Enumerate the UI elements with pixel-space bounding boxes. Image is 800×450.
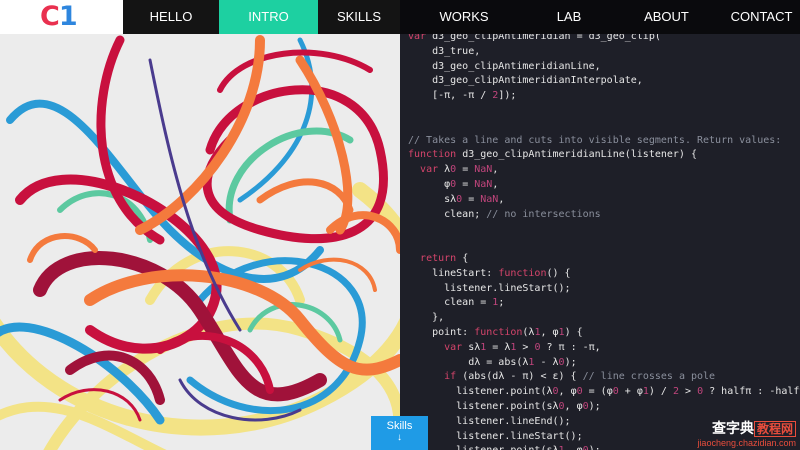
- code-line: sλ0 = NaN,: [408, 193, 505, 205]
- nav-item-contact[interactable]: CONTACT: [723, 0, 800, 34]
- code-block: var d3_geo_clipAntimeridian = d3_geo_cli…: [400, 34, 800, 450]
- code-line: var sλ1 = λ1 > 0 ? π : -π,: [444, 341, 601, 353]
- nav-item-hello[interactable]: HELLO: [123, 0, 219, 34]
- code-line: dλ = abs(λ1 - λ0);: [408, 356, 577, 368]
- code-line: d3_geo_clipAntimeridianInterpolate,: [408, 75, 643, 87]
- watermark-title: 查字典 教程网: [697, 418, 796, 438]
- code-line: listener.point(sλ0, φ0);: [408, 400, 601, 412]
- code-line: listener.point(λ0, φ0 = (φ0 + φ1) / 2 > …: [408, 386, 800, 398]
- code-line: lineStart: function() {: [408, 267, 571, 279]
- logo-text: C1: [40, 1, 78, 32]
- code-line: clean = 1;: [408, 297, 505, 309]
- code-line: var λ0 = NaN,: [420, 164, 499, 176]
- skills-button[interactable]: Skills ↓: [371, 416, 428, 450]
- code-line: var d3_geo_clipAntimeridian = d3_geo_cli…: [408, 34, 661, 42]
- nav-item-intro[interactable]: INTRO: [219, 0, 318, 34]
- code-line: [-π, -π / 2]);: [408, 90, 517, 102]
- top-nav: C1 HELLO INTRO SKILLS WORKS LAB ABOUT CO…: [0, 0, 800, 34]
- nav-item-works[interactable]: WORKS: [400, 0, 528, 34]
- code-line: return {: [420, 252, 469, 264]
- ribbon-artwork: [0, 0, 400, 450]
- code-line: d3_geo_clipAntimeridianLine,: [408, 60, 601, 72]
- code-panel: var d3_geo_clipAntimeridian = d3_geo_cli…: [400, 34, 800, 450]
- code-line: φ0 = NaN,: [408, 178, 499, 190]
- watermark-url: jiaocheng.chazidian.com: [697, 438, 796, 448]
- code-line: if (abs(dλ - π) < ε) { // line crosses a…: [444, 371, 716, 383]
- code-line: },: [408, 312, 445, 324]
- skills-button-label: Skills: [386, 420, 413, 432]
- code-line: listener.lineStart();: [408, 282, 571, 294]
- code-line: // Takes a line and cuts into visible se…: [408, 134, 782, 146]
- nav-item-skills[interactable]: SKILLS: [318, 0, 400, 34]
- watermark: 查字典 教程网 jiaocheng.chazidian.com: [697, 418, 796, 448]
- ribbon-art-svg: [0, 35, 400, 450]
- code-line: d3_true,: [408, 45, 481, 57]
- code-line: point: function(λ1, φ1) {: [408, 326, 583, 338]
- nav-menu: HELLO INTRO SKILLS WORKS LAB ABOUT CONTA…: [123, 0, 800, 34]
- logo[interactable]: C1: [0, 0, 123, 34]
- nav-item-lab[interactable]: LAB: [528, 0, 610, 34]
- nav-item-about[interactable]: ABOUT: [610, 0, 723, 34]
- code-line: clean; // no intersections: [408, 208, 601, 220]
- arrow-down-icon: ↓: [397, 432, 402, 443]
- code-line: function d3_geo_clipAntimeridianLine(lis…: [408, 149, 697, 161]
